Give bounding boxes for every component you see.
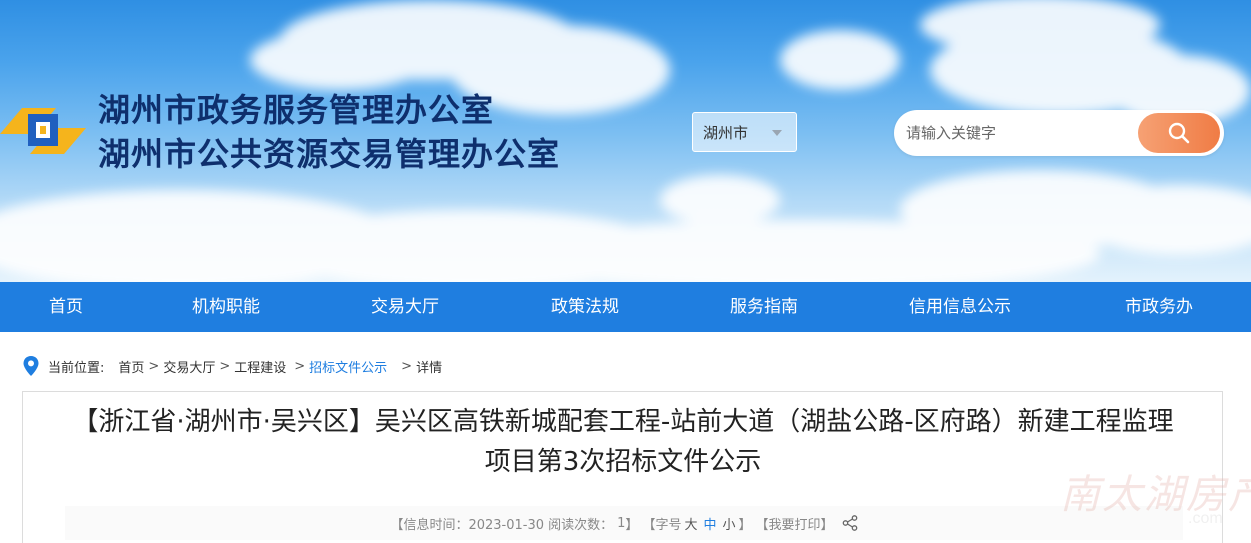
nav-item-gov-office[interactable]: 市政务办 xyxy=(1125,282,1193,332)
breadcrumb-separator: > xyxy=(294,358,306,374)
site-title-line-1: 湖州市政务服务管理办公室 xyxy=(98,91,495,129)
watermark: 南太湖房产 .com xyxy=(1060,462,1251,532)
breadcrumb-tender-docs[interactable]: 招标文件公示 xyxy=(309,357,387,376)
article-panel: 【浙江省·湖州市·吴兴区】吴兴区高铁新城配套工程-站前大道（湖盐公路-区府路）新… xyxy=(22,391,1223,543)
article-title: 【浙江省·湖州市·吴兴区】吴兴区高铁新城配套工程-站前大道（湖盐公路-区府路）新… xyxy=(72,407,1174,477)
logo-icon xyxy=(0,108,86,154)
header-banner: 湖州市政务服务管理办公室 湖州市公共资源交易管理办公室 湖州市 xyxy=(0,0,1251,282)
nav-item-trading[interactable]: 交易大厅 xyxy=(371,282,439,332)
location-pin-icon xyxy=(23,356,39,376)
caret-down-icon xyxy=(772,130,782,136)
nav-item-credit[interactable]: 信用信息公示 xyxy=(909,282,1011,332)
breadcrumb-separator: > xyxy=(148,358,160,374)
breadcrumb-separator: > xyxy=(401,358,413,374)
read-count: 1 xyxy=(617,515,626,531)
nav-item-functions[interactable]: 机构职能 xyxy=(192,282,260,332)
search-input[interactable] xyxy=(906,118,1136,148)
share-icon[interactable] xyxy=(842,515,858,531)
breadcrumb-home[interactable]: 首页 xyxy=(118,357,144,376)
nav-item-home[interactable]: 首页 xyxy=(49,282,83,332)
font-size-close: 】 xyxy=(738,517,752,533)
font-size-small[interactable]: 小 xyxy=(722,514,735,533)
font-size-medium[interactable]: 中 xyxy=(703,514,716,533)
site-title-line-2: 湖州市公共资源交易管理办公室 xyxy=(98,135,561,173)
breadcrumb: 当前位置: 首页 > 交易大厅 > 工程建设 > 招标文件公示 > 详情 xyxy=(22,354,442,378)
breadcrumb-trading[interactable]: 交易大厅 xyxy=(163,357,215,376)
city-select-value: 湖州市 xyxy=(703,124,749,142)
font-size-label: 【字号 xyxy=(642,517,682,533)
breadcrumb-detail: 详情 xyxy=(416,360,443,376)
breadcrumb-separator: > xyxy=(219,358,231,374)
article-info-bar: 【信息时间：2023-01-30 阅读次数： 1 】 【字号 大 中 小 】 【… xyxy=(65,506,1183,540)
search-button[interactable] xyxy=(1138,113,1220,153)
info-time-label: 【信息时间：2023-01-30 阅读次数： xyxy=(390,517,614,533)
search-icon xyxy=(1168,122,1190,144)
print-button[interactable]: 【我要打印】 xyxy=(756,514,834,533)
breadcrumb-construction[interactable]: 工程建设 xyxy=(234,357,286,376)
breadcrumb-label: 当前位置: xyxy=(48,360,105,376)
site-title: 湖州市政务服务管理办公室 湖州市公共资源交易管理办公室 xyxy=(98,88,560,176)
search-box xyxy=(894,110,1224,156)
info-close-bracket: 】 xyxy=(625,517,639,533)
nav-item-guide[interactable]: 服务指南 xyxy=(730,282,798,332)
nav-item-policy[interactable]: 政策法规 xyxy=(551,282,619,332)
font-size-large[interactable]: 大 xyxy=(684,514,697,533)
main-nav: 首页 机构职能 交易大厅 政策法规 服务指南 信用信息公示 市政务办 xyxy=(0,282,1251,332)
watermark-domain: .com xyxy=(1188,510,1223,527)
city-select[interactable]: 湖州市 xyxy=(692,112,797,152)
